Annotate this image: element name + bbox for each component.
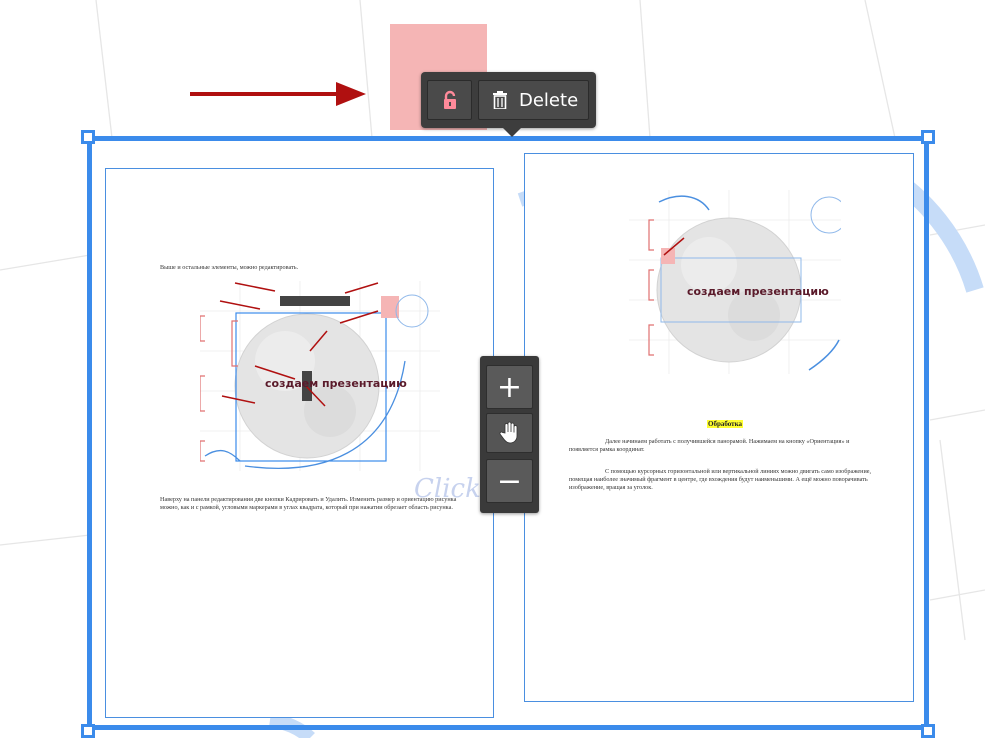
right-page-paragraph-1: Далее начинаем работать с получившейся п… <box>569 438 850 453</box>
zoom-out-button[interactable]: − <box>486 459 533 503</box>
left-page-intro: Выше и остальные элементы, можно редакти… <box>160 264 299 271</box>
delete-button[interactable]: Delete <box>478 80 589 120</box>
resize-handle-bottom-left[interactable] <box>81 724 95 738</box>
pan-button[interactable] <box>486 413 533 453</box>
right-page-heading: Обработка <box>707 420 744 428</box>
trash-icon <box>493 91 507 109</box>
resize-handle-top-left[interactable] <box>81 130 95 144</box>
lock-icon <box>443 90 456 109</box>
right-page-paragraph-2: С помощью курсорных горизонтальной или в… <box>569 468 872 491</box>
lock-button[interactable] <box>427 80 472 120</box>
left-circle-caption: создаем презентацию <box>265 377 407 390</box>
hand-icon <box>499 421 517 444</box>
left-page-illustration: создаем презентацию <box>200 281 440 471</box>
resize-handle-top-right[interactable] <box>921 130 935 144</box>
click-watermark: Click <box>414 474 481 504</box>
pointer-arrow <box>190 82 366 106</box>
right-page: создаем презентацию Обработка Далее начи… <box>524 153 914 702</box>
delete-label: Delete <box>519 89 579 111</box>
left-page: Выше и остальные элементы, можно редакти… <box>105 168 494 718</box>
zoom-in-label: + <box>496 369 523 405</box>
resize-handle-bottom-right[interactable] <box>921 724 935 738</box>
zoom-out-label: − <box>496 463 523 499</box>
right-circle-caption: создаем презентацию <box>687 285 829 298</box>
element-toolbar: Delete <box>421 72 596 137</box>
zoom-panel: + − <box>480 356 539 513</box>
right-page-illustration: создаем презентацию <box>629 190 841 374</box>
zoom-in-button[interactable]: + <box>486 365 533 409</box>
